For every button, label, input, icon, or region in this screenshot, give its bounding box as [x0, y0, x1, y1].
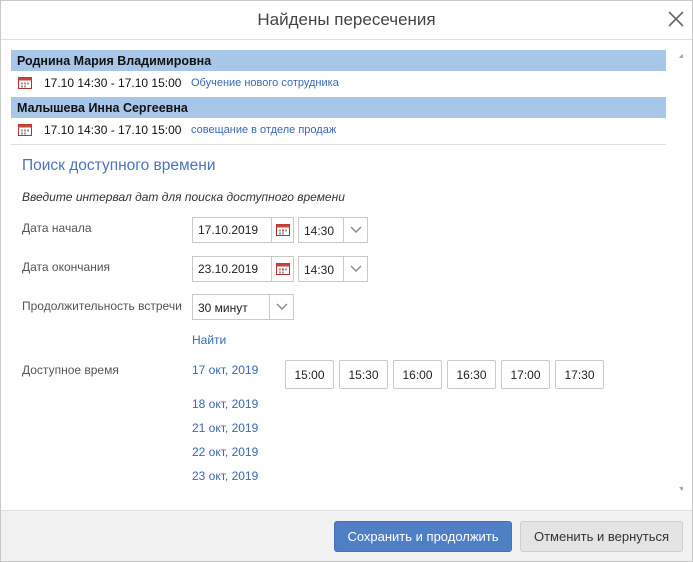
time-slot-button[interactable]: 16:30	[447, 360, 496, 389]
start-date-field	[192, 217, 294, 243]
event-row: 17.10 14:30 - 17.10 15:00 совещание в от…	[11, 118, 666, 142]
available-date-link[interactable]: 21 окт, 2019	[192, 421, 258, 435]
find-link[interactable]: Найти	[192, 333, 226, 347]
end-date-label: Дата окончания	[22, 260, 111, 274]
available-date-link[interactable]: 17 окт, 2019	[192, 363, 258, 377]
duration-label: Продолжительность встречи	[22, 299, 182, 313]
event-title-link[interactable]: Обучение нового сотрудника	[191, 77, 339, 89]
calendar-icon	[276, 263, 290, 275]
calendar-event-icon	[18, 124, 32, 136]
start-date-calendar-button[interactable]	[271, 218, 293, 242]
time-slot-button[interactable]: 17:30	[555, 360, 604, 389]
available-date-link[interactable]: 23 окт, 2019	[192, 469, 258, 483]
event-title-link[interactable]: совещание в отделе продаж	[191, 124, 336, 136]
divider	[11, 144, 666, 145]
person-header: Малышева Инна Сергеевна	[11, 97, 666, 118]
person-header: Роднина Мария Владимировна	[11, 50, 666, 71]
chevron-down-icon	[350, 265, 362, 272]
cancel-and-return-button[interactable]: Отменить и вернуться	[520, 521, 683, 552]
start-date-input[interactable]	[193, 218, 271, 242]
dialog-content: Роднина Мария Владимировна 17.10 14:30 -…	[11, 50, 683, 498]
conflicts-dialog: Найдены пересечения Роднина Мария Владим…	[0, 0, 693, 562]
dialog-footer: Сохранить и продолжить Отменить и вернут…	[1, 510, 692, 561]
start-date-label: Дата начала	[22, 221, 92, 235]
event-row: 17.10 14:30 - 17.10 15:00 Обучение новог…	[11, 71, 666, 95]
scroll-up-arrow-icon[interactable]	[679, 54, 683, 58]
close-icon	[668, 11, 684, 27]
available-time-label: Доступное время	[22, 363, 119, 377]
event-time: 17.10 14:30 - 17.10 15:00	[44, 76, 182, 90]
event-time: 17.10 14:30 - 17.10 15:00	[44, 123, 182, 137]
time-slot-button[interactable]: 16:00	[393, 360, 442, 389]
search-section-title: Поиск доступного времени	[22, 157, 216, 174]
calendar-icon	[276, 224, 290, 236]
dialog-title: Найдены пересечения	[257, 10, 436, 29]
available-date-link[interactable]: 22 окт, 2019	[192, 445, 258, 459]
start-time-value: 14:30	[304, 224, 335, 238]
search-hint: Введите интервал дат для поиска доступно…	[22, 190, 345, 204]
duration-select[interactable]: 30 минут	[192, 294, 294, 320]
chevron-down-icon	[350, 226, 362, 233]
chevron-down-icon	[276, 303, 288, 310]
dialog-header: Найдены пересечения	[1, 1, 692, 40]
calendar-event-icon	[18, 77, 32, 89]
end-date-input[interactable]	[193, 257, 271, 281]
close-button[interactable]	[665, 8, 687, 30]
time-slot-button[interactable]: 17:00	[501, 360, 550, 389]
end-time-select[interactable]: 14:30	[298, 256, 368, 282]
scroll-down-arrow-icon[interactable]	[679, 487, 683, 491]
end-date-field	[192, 256, 294, 282]
time-slot-button[interactable]: 15:30	[339, 360, 388, 389]
duration-value: 30 минут	[198, 301, 248, 315]
time-slot-button[interactable]: 15:00	[285, 360, 334, 389]
scrollbar[interactable]	[678, 50, 683, 498]
available-date-link[interactable]: 18 окт, 2019	[192, 397, 258, 411]
end-time-value: 14:30	[304, 263, 335, 277]
save-and-continue-button[interactable]: Сохранить и продолжить	[334, 521, 512, 552]
end-date-calendar-button[interactable]	[271, 257, 293, 281]
start-time-select[interactable]: 14:30	[298, 217, 368, 243]
